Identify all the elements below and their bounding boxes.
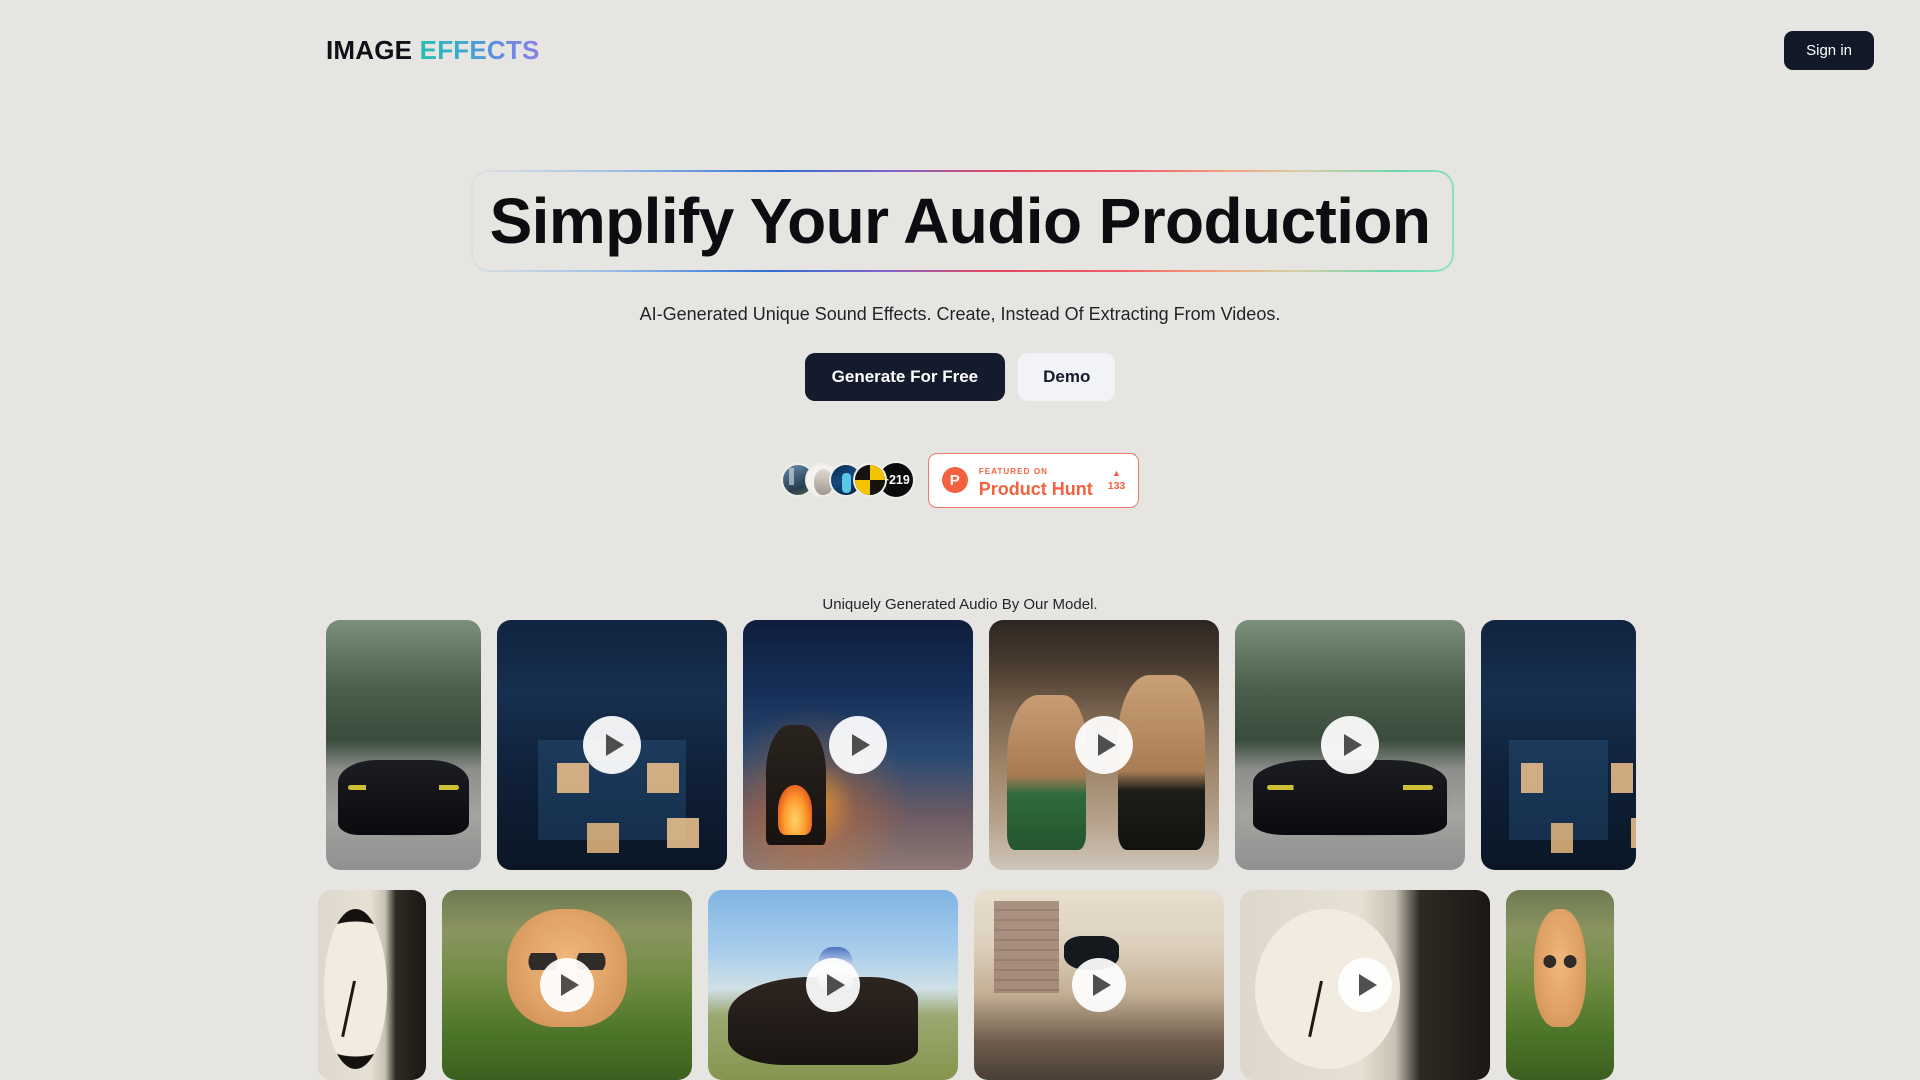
- product-hunt-name: Product Hunt: [978, 479, 1093, 500]
- product-hunt-icon: P: [941, 467, 968, 494]
- video-card[interactable]: [442, 890, 692, 1080]
- carousel-track: [318, 890, 1920, 1080]
- social-proof-row: +219 P FEATURED ON Product Hunt ▲ 133: [0, 452, 1920, 508]
- sign-in-button[interactable]: Sign in: [1784, 30, 1874, 70]
- carousel-track: [326, 620, 1920, 870]
- play-icon[interactable]: [829, 716, 887, 774]
- video-card[interactable]: [1481, 620, 1636, 870]
- demo-button[interactable]: Demo: [1018, 352, 1116, 401]
- video-card[interactable]: [708, 890, 958, 1080]
- product-hunt-featured-label: FEATURED ON: [978, 466, 1049, 476]
- upvote-count: 133: [1107, 479, 1126, 492]
- video-card[interactable]: [989, 620, 1219, 870]
- video-card[interactable]: [318, 890, 426, 1080]
- product-hunt-text: FEATURED ON Product Hunt: [979, 461, 1093, 500]
- video-card[interactable]: [1506, 890, 1614, 1080]
- video-carousel-row-2[interactable]: [0, 890, 1920, 1080]
- logo-word-effects: EFFECTS: [419, 34, 540, 65]
- generate-for-free-button[interactable]: Generate For Free: [804, 352, 1006, 401]
- video-thumbnail-black-sports-car-forest-road: [326, 620, 481, 870]
- play-icon[interactable]: [1338, 958, 1392, 1012]
- play-icon[interactable]: [540, 958, 594, 1012]
- play-icon[interactable]: [583, 716, 641, 774]
- avatar: [852, 463, 887, 498]
- video-thumbnail-anime-night-house-rain: [1481, 620, 1636, 870]
- cta-row: Generate For Free Demo: [0, 352, 1920, 401]
- headline-wrapper: Simplify Your Audio Production: [470, 170, 1455, 272]
- avatar-group: +219: [780, 461, 915, 500]
- play-icon[interactable]: [1072, 958, 1126, 1012]
- site-header: IMAGE EFFECTS Sign in: [0, 0, 1920, 100]
- video-thumbnail-orange-kitten-in-grass: [1506, 890, 1614, 1080]
- product-hunt-badge[interactable]: P FEATURED ON Product Hunt ▲ 133: [927, 452, 1140, 508]
- video-card[interactable]: [974, 890, 1224, 1080]
- logo[interactable]: IMAGE EFFECTS: [326, 35, 540, 66]
- video-card[interactable]: [326, 620, 481, 870]
- video-thumbnail-clock-on-wall: [318, 890, 426, 1080]
- gallery-caption: Uniquely Generated Audio By Our Model.: [822, 596, 1098, 613]
- upvote-caret-icon: ▲: [1112, 467, 1121, 478]
- video-card[interactable]: [1235, 620, 1465, 870]
- play-icon[interactable]: [1075, 716, 1133, 774]
- logo-word-image: IMAGE: [326, 34, 413, 65]
- video-card[interactable]: [497, 620, 727, 870]
- video-carousel-row-1[interactable]: [0, 620, 1920, 870]
- hero-subtitle: AI-Generated Unique Sound Effects. Creat…: [639, 303, 1281, 324]
- hero-section: Simplify Your Audio Production AI-Genera…: [0, 100, 1920, 508]
- video-card[interactable]: [743, 620, 973, 870]
- product-hunt-votes: ▲ 133: [1107, 467, 1126, 492]
- video-card[interactable]: [1240, 890, 1490, 1080]
- page-title: Simplify Your Audio Production: [489, 185, 1431, 257]
- play-icon[interactable]: [1321, 716, 1379, 774]
- play-icon[interactable]: [806, 958, 860, 1012]
